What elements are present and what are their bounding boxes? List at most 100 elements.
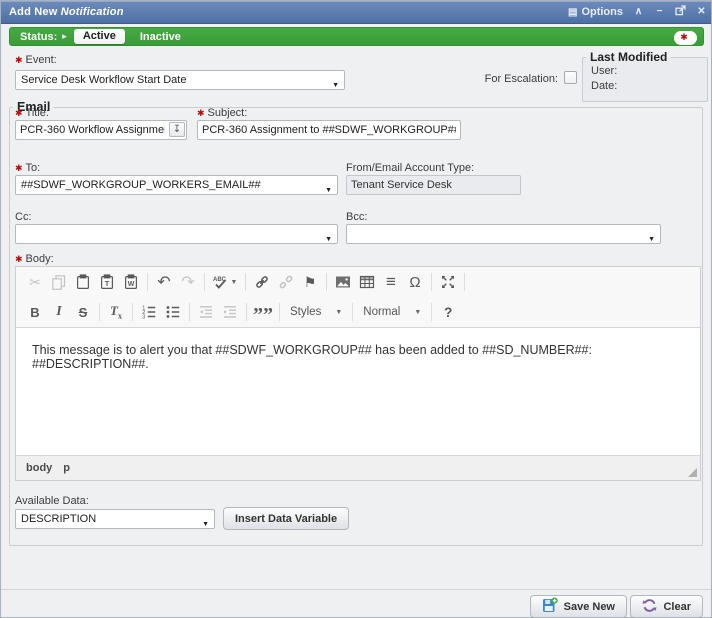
required-asterisk-icon: ✱ [197,108,205,118]
spell-check-icon[interactable]: ABC ▼ [209,270,241,294]
italic-icon[interactable]: I [47,300,71,324]
toolbar-separator [431,303,432,321]
toolbar-separator [464,273,465,291]
status-inactive-button[interactable]: Inactive [140,31,181,43]
block-quote-icon[interactable]: ”” [251,300,275,324]
cut-icon[interactable]: ✂ [23,270,47,294]
styles-dropdown[interactable]: Styles ▼ [284,300,348,324]
resize-grip[interactable] [688,468,697,477]
toolbar-separator [204,273,205,291]
remove-format-icon[interactable]: Tx [104,300,128,324]
for-escalation-label: For Escalation: [441,73,558,85]
clear-button[interactable]: Clear [630,595,703,618]
bold-icon[interactable]: B [23,300,47,324]
dropdown-arrow-icon: ▼ [325,182,332,195]
last-modified-legend: Last Modified [586,50,671,64]
format-dropdown[interactable]: Normal ▼ [357,300,427,324]
for-escalation-checkbox[interactable] [564,71,577,84]
body-paragraph: This message is to alert you that ##SDWF… [32,343,684,371]
editor-element-path-bar: body p [16,456,700,480]
options-list-icon: ▤ [568,7,577,18]
link-icon[interactable] [250,270,274,294]
subject-label: ✱Subject: [197,107,247,119]
body-editor-content[interactable]: This message is to alert you that ##SDWF… [16,327,700,456]
body-rich-text-editor: ✂ T W ↶ ↷ ABC ▼ [15,266,701,481]
strikethrough-icon[interactable]: S [71,300,95,324]
paste-icon[interactable] [71,270,95,294]
available-data-select[interactable]: DESCRIPTION ▼ [15,509,215,529]
toolbar-separator [326,273,327,291]
toolbar-separator [99,303,100,321]
save-new-icon [542,597,558,616]
redo-icon[interactable]: ↷ [176,270,200,294]
options-menu-button[interactable]: ▤ Options [568,6,623,18]
toolbar-separator [132,303,133,321]
toolbar-separator [431,273,432,291]
dropdown-arrow-icon: ▼ [202,516,209,529]
bcc-select[interactable]: ▼ [346,224,661,244]
decrease-indent-icon[interactable] [194,300,218,324]
from-account-type-field [346,175,521,195]
title-label: ✱Title: [15,107,49,119]
horizontal-line-icon[interactable]: ≡ [379,270,403,294]
copy-icon[interactable] [47,270,71,294]
about-help-icon[interactable]: ? [436,300,460,324]
last-modified-date-label: Date: [591,79,617,94]
insert-data-variable-button[interactable]: Insert Data Variable [223,507,349,530]
special-character-icon[interactable]: Ω [403,270,427,294]
toolbar-separator [352,303,353,321]
element-path-p[interactable]: p [63,462,70,474]
toolbar-separator [279,303,280,321]
editor-toolbar-row1: ✂ T W ↶ ↷ ABC ▼ [16,267,700,297]
paste-from-word-icon[interactable]: W [119,270,143,294]
event-label: ✱Event: [15,54,57,66]
to-select[interactable]: ##SDWF_WORKGROUP_WORKERS_EMAIL## ▼ [15,175,338,195]
undo-icon[interactable]: ↶ [152,270,176,294]
numbered-list-icon[interactable]: 123 [137,300,161,324]
required-asterisk-icon: ✱ [15,254,23,264]
status-active-button[interactable]: Active [74,29,125,44]
anchor-flag-icon[interactable]: ⚑ [298,270,322,294]
toolbar-separator [147,273,148,291]
required-indicator-badge: ✱ [674,31,697,45]
cc-label: Cc: [15,211,32,223]
dropdown-arrow-icon: ▼ [648,231,655,244]
title-default-trigger-icon[interactable]: ↧ [169,122,185,137]
svg-text:3: 3 [142,315,145,320]
table-icon[interactable] [355,270,379,294]
required-asterisk-icon: ✱ [680,32,688,43]
image-icon[interactable] [331,270,355,294]
last-modified-user-label: User: [591,64,617,79]
subject-input[interactable] [197,120,461,140]
element-path-body[interactable]: body [26,462,52,474]
required-asterisk-icon: ✱ [15,108,23,118]
title-input[interactable] [15,120,187,140]
save-new-button[interactable]: Save New [530,595,627,618]
status-label: Status: [20,31,57,43]
window-titlebar[interactable]: Add New Notification ▤ Options ∧ − ✕ [1,1,712,24]
chevron-down-icon: ▼ [231,279,238,286]
event-select[interactable]: Service Desk Workflow Start Date ▼ [15,70,345,90]
status-toolbar: Status: ▸ Active Inactive ✱ [9,27,704,46]
clear-refresh-icon [642,598,657,616]
close-icon[interactable]: ✕ [696,7,707,17]
bcc-label: Bcc: [346,211,367,223]
bulleted-list-icon[interactable] [161,300,185,324]
collapse-icon[interactable]: ∧ [633,7,644,17]
minimize-icon[interactable]: − [654,7,665,17]
unlink-icon[interactable] [274,270,298,294]
toolbar-separator [246,303,247,321]
cc-select[interactable]: ▼ [15,224,338,244]
last-modified-fieldset: Last Modified User: Date: [582,50,708,102]
body-label: ✱Body: [15,253,54,265]
window-title: Add New Notification [9,6,124,18]
chevron-down-icon: ▼ [414,309,421,316]
paste-plain-text-icon[interactable]: T [95,270,119,294]
from-account-type-label: From/Email Account Type: [346,162,474,174]
editor-toolbar-row2: B I S Tx 123 ”” Styles ▼ [16,297,700,327]
increase-indent-icon[interactable] [218,300,242,324]
status-arrow-icon: ▸ [62,31,67,42]
to-label: ✱To: [15,162,40,174]
maximize-icon[interactable] [436,270,460,294]
popout-icon[interactable] [675,5,686,19]
